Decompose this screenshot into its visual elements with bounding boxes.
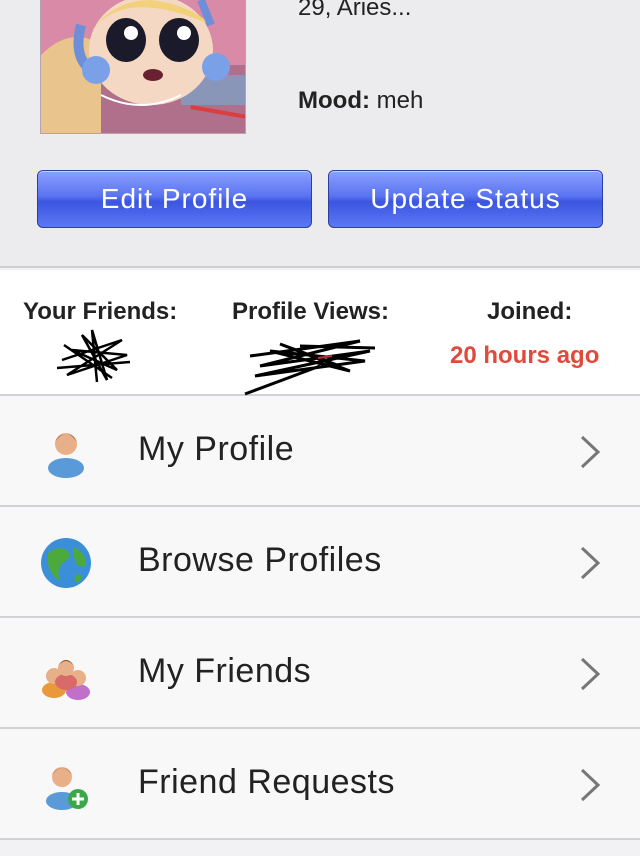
menu-item-my-profile[interactable]: My Profile bbox=[0, 396, 640, 507]
age-sign-text: 29, Aries... bbox=[298, 0, 412, 21]
joined-value: 20 hours ago bbox=[450, 342, 600, 369]
chevron-right-icon bbox=[580, 546, 601, 580]
redaction-scribble bbox=[244, 339, 376, 396]
redaction-scribble bbox=[56, 329, 131, 383]
mood-label: Mood: bbox=[298, 87, 370, 114]
friends-icon bbox=[42, 660, 90, 700]
globe-icon bbox=[41, 538, 91, 588]
menu-item-friend-requests[interactable]: Friend Requests bbox=[0, 729, 640, 840]
menu-item-my-friends[interactable]: My Friends bbox=[0, 618, 640, 729]
stats-bar: Your Friends: Profile Views: Joined: 20 … bbox=[0, 270, 640, 396]
profile-header: 29, Aries... Mood: meh Edit Profile Upda… bbox=[0, 0, 640, 268]
add-friend-icon bbox=[46, 767, 88, 810]
menu-item-label: Friend Requests bbox=[138, 763, 395, 801]
profile-views-label: Profile Views: bbox=[232, 298, 389, 325]
user-icon bbox=[48, 433, 84, 478]
menu-item-browse-profiles[interactable]: Browse Profiles bbox=[0, 507, 640, 618]
mood-line: Mood: meh bbox=[298, 87, 423, 115]
menu-item-label: My Profile bbox=[138, 430, 295, 468]
menu-item-label: Browse Profiles bbox=[138, 541, 382, 579]
joined-label: Joined: bbox=[487, 298, 573, 325]
avatar[interactable] bbox=[40, 0, 246, 134]
chevron-right-icon bbox=[580, 657, 601, 691]
chevron-right-icon bbox=[580, 768, 601, 802]
main-menu: My Profile Browse Profiles My Friends Fr… bbox=[0, 396, 640, 840]
mood-value: meh bbox=[376, 87, 424, 114]
chevron-right-icon bbox=[580, 435, 601, 469]
menu-item-label: My Friends bbox=[138, 652, 312, 690]
edit-profile-button[interactable]: Edit Profile bbox=[37, 170, 312, 228]
update-status-button[interactable]: Update Status bbox=[328, 170, 603, 228]
